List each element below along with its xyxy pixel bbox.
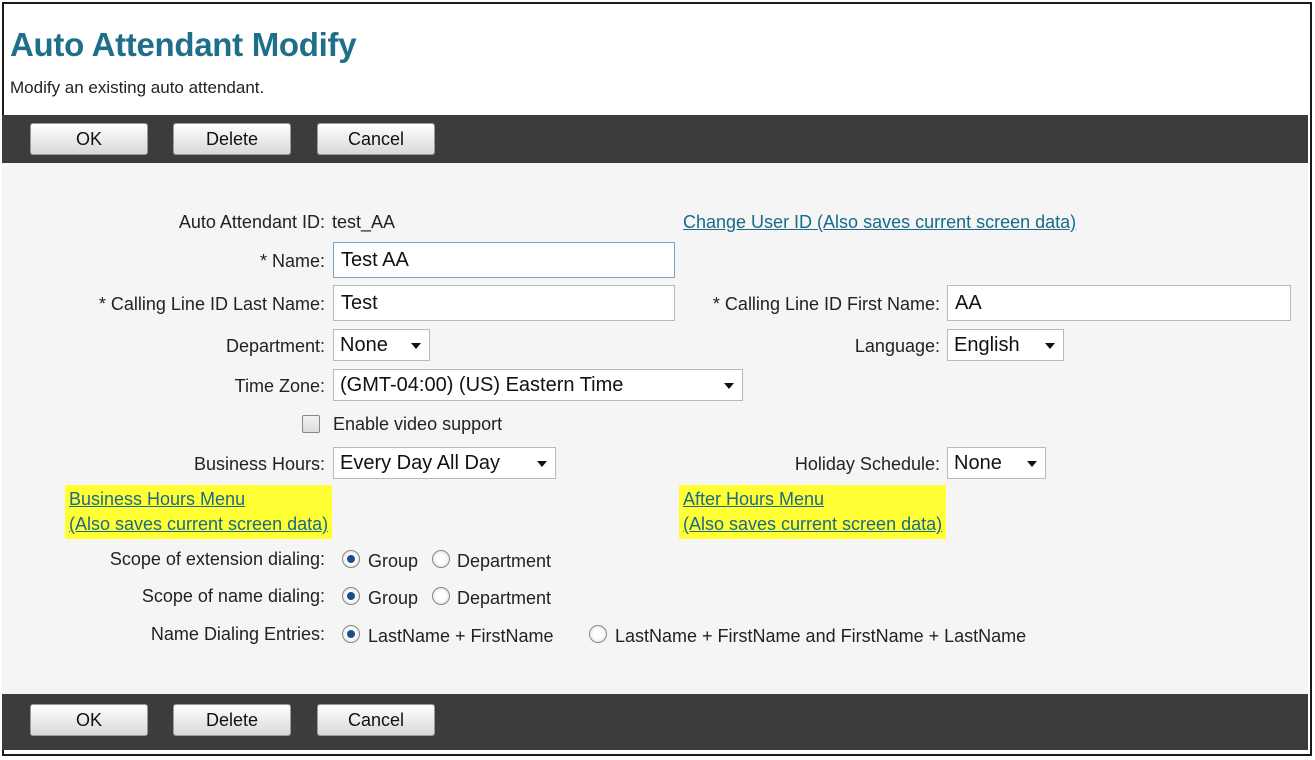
time-zone-select[interactable]: (GMT-04:00) (US) Eastern Time	[333, 369, 743, 401]
language-label: Language:	[854, 336, 940, 356]
business-hours-label: Business Hours:	[193, 454, 325, 474]
cancel-button-top[interactable]: Cancel	[317, 123, 435, 155]
time-zone-label: Time Zone:	[234, 376, 325, 396]
clid-first-name-label: * Calling Line ID First Name:	[712, 294, 940, 314]
entries-last-first-label: LastName + FirstName	[368, 626, 554, 646]
ok-button-bottom[interactable]: OK	[30, 704, 148, 736]
chevron-down-icon	[724, 383, 734, 389]
language-select-value: English	[954, 334, 1020, 356]
clid-last-name-label: * Calling Line ID Last Name:	[98, 294, 325, 314]
holiday-schedule-select-value: None	[954, 452, 1002, 474]
chevron-down-icon	[411, 343, 421, 349]
name-dialing-entries-label: Name Dialing Entries:	[150, 624, 325, 644]
entries-both-label: LastName + FirstName and FirstName + Las…	[615, 626, 1027, 646]
clid-last-name-field[interactable]	[333, 285, 675, 321]
name-scope-group-label: Group	[368, 588, 419, 608]
name-scope-department-label: Department	[457, 588, 552, 608]
holiday-schedule-label: Holiday Schedule:	[794, 454, 940, 474]
after-hours-menu-link-note[interactable]: (Also saves current screen data)	[683, 512, 942, 537]
ok-button-top[interactable]: OK	[30, 123, 148, 155]
business-hours-menu-highlight: Business Hours Menu (Also saves current …	[65, 485, 333, 539]
name-scope-department-radio[interactable]	[432, 587, 450, 605]
name-label: * Name:	[259, 251, 325, 271]
business-hours-menu-link-note[interactable]: (Also saves current screen data)	[69, 512, 328, 537]
business-hours-menu-link[interactable]: Business Hours Menu	[69, 487, 328, 512]
top-toolbar: OK Delete Cancel	[2, 115, 1308, 163]
delete-button-bottom[interactable]: Delete	[173, 704, 291, 736]
delete-button-top[interactable]: Delete	[173, 123, 291, 155]
language-select[interactable]: English	[947, 329, 1064, 361]
change-user-id-link[interactable]: Change User ID (Also saves current scree…	[683, 212, 1076, 233]
enable-video-checkbox[interactable]	[302, 415, 320, 433]
enable-video-label: Enable video support	[333, 414, 503, 434]
name-scope-label: Scope of name dialing:	[141, 586, 325, 606]
business-hours-select-value: Every Day All Day	[340, 452, 501, 474]
time-zone-select-value: (GMT-04:00) (US) Eastern Time	[340, 374, 624, 396]
cancel-button-bottom[interactable]: Cancel	[317, 704, 435, 736]
business-hours-select[interactable]: Every Day All Day	[333, 447, 556, 479]
entries-last-first-radio[interactable]	[342, 625, 360, 643]
after-hours-menu-highlight: After Hours Menu (Also saves current scr…	[679, 485, 947, 539]
page-description: Modify an existing auto attendant.	[10, 78, 265, 97]
extension-scope-department-label: Department	[457, 551, 552, 571]
extension-scope-group-label: Group	[368, 551, 419, 571]
auto-attendant-id-label: Auto Attendant ID:	[178, 212, 325, 232]
chevron-down-icon	[1027, 461, 1037, 467]
bottom-toolbar: OK Delete Cancel	[2, 694, 1308, 750]
department-label: Department:	[225, 336, 325, 356]
holiday-schedule-select[interactable]: None	[947, 447, 1046, 479]
name-scope-group-radio[interactable]	[342, 587, 360, 605]
extension-scope-group-radio[interactable]	[342, 550, 360, 568]
page-title: Auto Attendant Modify	[10, 26, 357, 63]
after-hours-menu-link[interactable]: After Hours Menu	[683, 487, 942, 512]
extension-scope-department-radio[interactable]	[432, 550, 450, 568]
name-field[interactable]	[333, 242, 675, 278]
entries-both-radio[interactable]	[589, 625, 607, 643]
clid-first-name-field[interactable]	[947, 285, 1291, 321]
extension-scope-label: Scope of extension dialing:	[109, 549, 325, 569]
chevron-down-icon	[1045, 343, 1055, 349]
auto-attendant-id-value: test_AA	[332, 212, 396, 232]
department-select[interactable]: None	[333, 329, 430, 361]
department-select-value: None	[340, 334, 388, 356]
chevron-down-icon	[537, 461, 547, 467]
